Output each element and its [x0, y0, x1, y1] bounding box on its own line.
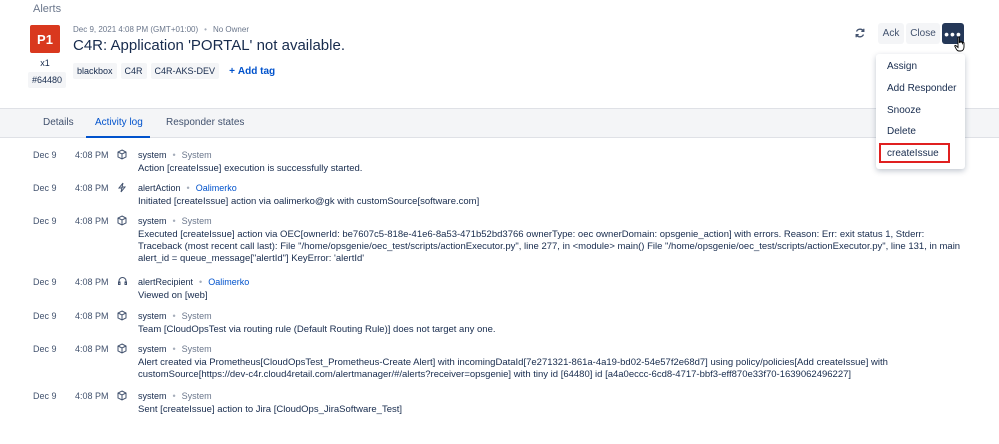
activity-actor: alertRecipient • Oalimerko	[138, 277, 249, 287]
activity-actor: system • System	[138, 216, 212, 226]
activity-time: 4:08 PM	[75, 216, 109, 226]
actor-name: system	[138, 344, 167, 354]
separator-dot: •	[172, 311, 176, 321]
separator-dot: •	[172, 391, 176, 401]
activity-time: 4:08 PM	[75, 311, 109, 321]
activity-actor: system • System	[138, 150, 212, 160]
add-tag-button[interactable]: + Add tag	[229, 66, 275, 77]
actor-by: System	[181, 344, 212, 354]
activity-date: Dec 9	[33, 391, 57, 401]
actor-name: system	[138, 391, 167, 401]
actor-name: system	[138, 311, 167, 321]
menu-item-add-responder[interactable]: Add Responder	[887, 83, 957, 94]
tab-details[interactable]: Details	[43, 117, 74, 128]
cube-icon	[116, 310, 128, 322]
actor-by: System	[181, 150, 212, 160]
lightning-icon	[116, 182, 128, 194]
add-tag-label: Add tag	[237, 65, 276, 77]
activity-time: 4:08 PM	[75, 277, 109, 287]
activity-date: Dec 9	[33, 183, 57, 193]
activity-message: Action [createIssue] execution is succes…	[138, 163, 363, 174]
cube-icon	[116, 343, 128, 355]
refresh-icon[interactable]	[853, 27, 867, 41]
actor-link[interactable]: Oalimerko	[208, 277, 249, 287]
alert-count: x1	[40, 58, 50, 68]
tag-list: blackbox C4R C4R-AKS-DEV + Add tag	[73, 63, 275, 79]
separator-dot: •	[204, 25, 207, 34]
activity-actor: alertAction • Oalimerko	[138, 183, 237, 193]
tab-activity-log[interactable]: Activity log	[95, 117, 143, 128]
activity-message: Team [CloudOpsTest via routing rule (Def…	[138, 324, 496, 335]
menu-item-delete[interactable]: Delete	[887, 126, 916, 137]
tab-responder-states[interactable]: Responder states	[166, 117, 244, 128]
actor-name: alertRecipient	[138, 277, 194, 287]
cube-icon	[116, 215, 128, 227]
headset-icon	[116, 276, 128, 288]
tiny-id-badge: #64480	[28, 72, 67, 88]
activity-time: 4:08 PM	[75, 183, 109, 193]
alert-title: C4R: Application 'PORTAL' not available.	[73, 37, 345, 54]
activity-date: Dec 9	[33, 216, 57, 226]
separator-dot: •	[199, 277, 203, 287]
actions-dropdown-menu: Assign Add Responder Snooze Delete creat…	[876, 54, 965, 169]
separator-dot: •	[172, 150, 176, 160]
active-tab-indicator	[86, 136, 150, 138]
separator-dot: •	[172, 216, 176, 226]
activity-message: Alert created via Prometheus[CloudOpsTes…	[138, 357, 888, 380]
menu-item-assign[interactable]: Assign	[887, 61, 917, 72]
tag[interactable]: C4R-AKS-DEV	[150, 63, 220, 79]
actor-link[interactable]: Oalimerko	[196, 183, 237, 193]
alert-meta: Dec 9, 2021 4:08 PM (GMT+01:00) • No Own…	[73, 25, 249, 34]
activity-time: 4:08 PM	[75, 391, 109, 401]
cube-icon	[116, 149, 128, 161]
activity-date: Dec 9	[33, 344, 57, 354]
actor-by: System	[181, 216, 212, 226]
actor-by: System	[181, 391, 212, 401]
activity-message: Initiated [createIssue] action via oalim…	[138, 196, 480, 207]
tag[interactable]: blackbox	[73, 63, 117, 79]
activity-date: Dec 9	[33, 277, 57, 287]
activity-message: Viewed on [web]	[138, 290, 208, 301]
activity-time: 4:08 PM	[75, 344, 109, 354]
menu-item-create-issue[interactable]: createIssue	[879, 143, 950, 163]
priority-badge: P1	[30, 25, 60, 53]
alert-owner[interactable]: No Owner	[213, 25, 249, 34]
ack-button[interactable]: Ack	[878, 23, 904, 44]
close-button[interactable]: Close	[906, 23, 940, 44]
activity-date: Dec 9	[33, 150, 57, 160]
activity-time: 4:08 PM	[75, 150, 109, 160]
activity-actor: system • System	[138, 391, 212, 401]
activity-date: Dec 9	[33, 311, 57, 321]
alert-date: Dec 9, 2021 4:08 PM (GMT+01:00)	[73, 25, 199, 34]
actor-name: system	[138, 216, 167, 226]
activity-message: Executed [createIssue] action via OEC[ow…	[138, 229, 961, 264]
breadcrumb[interactable]: Alerts	[33, 3, 61, 15]
activity-message: Sent [createIssue] action to Jira [Cloud…	[138, 404, 403, 415]
actor-by: System	[181, 311, 212, 321]
hand-cursor-icon	[954, 36, 966, 52]
cube-icon	[116, 390, 128, 402]
tag[interactable]: C4R	[120, 63, 147, 79]
menu-item-snooze[interactable]: Snooze	[887, 105, 921, 116]
activity-actor: system • System	[138, 344, 212, 354]
activity-actor: system • System	[138, 311, 212, 321]
plus-icon: +	[229, 65, 235, 77]
actor-name: alertAction	[138, 183, 181, 193]
separator-dot: •	[186, 183, 190, 193]
separator-dot: •	[172, 344, 176, 354]
tab-bar	[0, 109, 999, 138]
actor-name: system	[138, 150, 167, 160]
